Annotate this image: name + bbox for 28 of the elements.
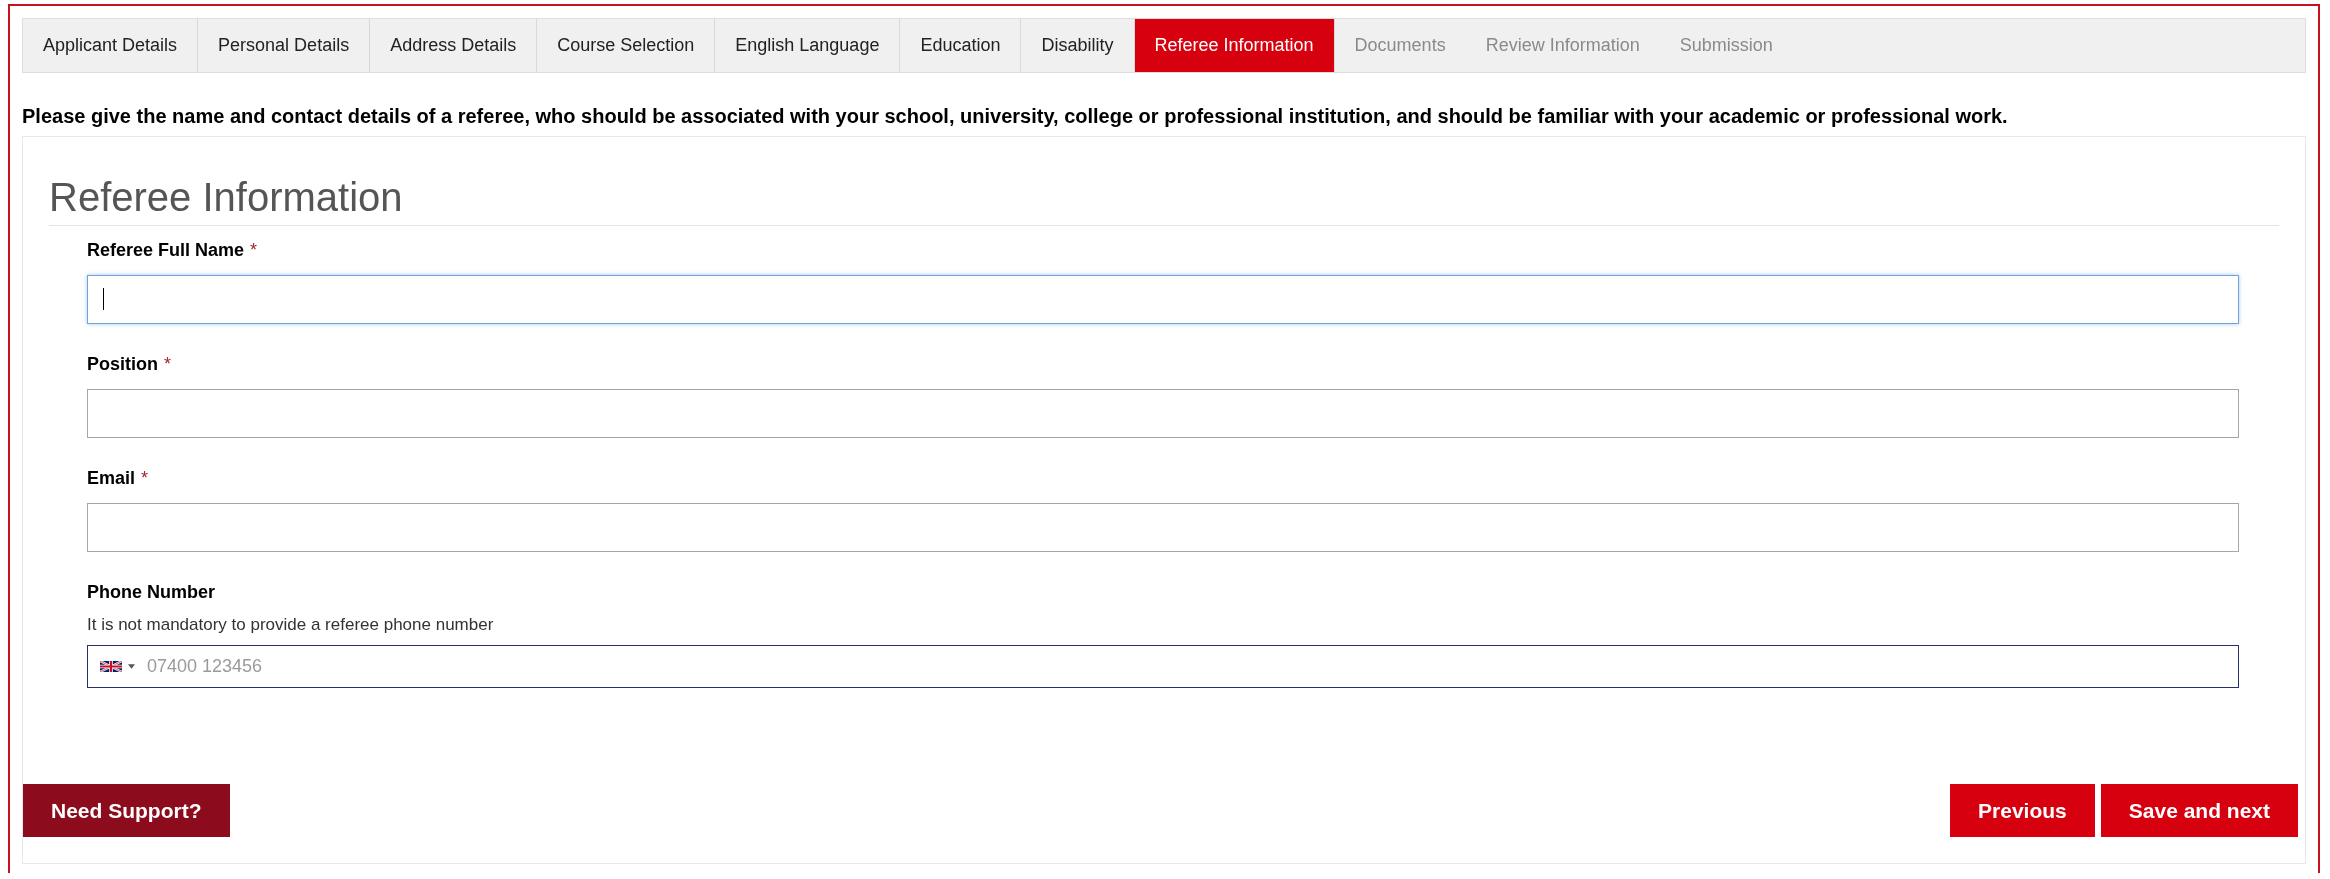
tab[interactable]: Referee Information bbox=[1134, 19, 1335, 72]
tab[interactable]: Address Details bbox=[370, 19, 538, 72]
tab[interactable]: Disability bbox=[1021, 19, 1135, 72]
field-label: Referee Full Name bbox=[87, 240, 245, 260]
input-field[interactable] bbox=[87, 275, 2239, 324]
instruction-text: Please give the name and contact details of a referee, who should be associated with your school, university, college or professional institution, and should be familiar with your academic or professional work. bbox=[22, 105, 2009, 128]
phone-field[interactable]: 07400 123456 bbox=[87, 645, 2239, 688]
flag-icon[interactable] bbox=[100, 661, 122, 672]
section-title: Referee Information bbox=[49, 173, 2279, 226]
field-label: Phone Number bbox=[87, 582, 215, 602]
tab[interactable]: English Language bbox=[715, 19, 901, 72]
field-label: Position bbox=[87, 354, 158, 374]
text-cursor bbox=[103, 288, 104, 310]
tab[interactable]: Applicant Details bbox=[23, 19, 199, 72]
nav-button[interactable]: Previous bbox=[1950, 784, 2095, 837]
tab[interactable]: Course Selection bbox=[537, 19, 716, 72]
required-mark: * bbox=[250, 240, 258, 260]
required-mark: * bbox=[164, 354, 171, 374]
input-field[interactable] bbox=[87, 389, 2239, 438]
field-label: Email bbox=[87, 468, 136, 488]
input-field[interactable] bbox=[87, 503, 2239, 552]
caret-icon[interactable] bbox=[128, 664, 135, 669]
required-mark: * bbox=[141, 468, 149, 488]
tab[interactable]: Education bbox=[900, 19, 1022, 72]
tab[interactable]: Personal Details bbox=[198, 19, 371, 72]
nav-button[interactable]: Save and next bbox=[2100, 784, 2298, 837]
support-button[interactable]: Need Support? bbox=[23, 784, 230, 837]
hint-text: It is not mandatory to provide a referee phone number bbox=[87, 615, 495, 635]
